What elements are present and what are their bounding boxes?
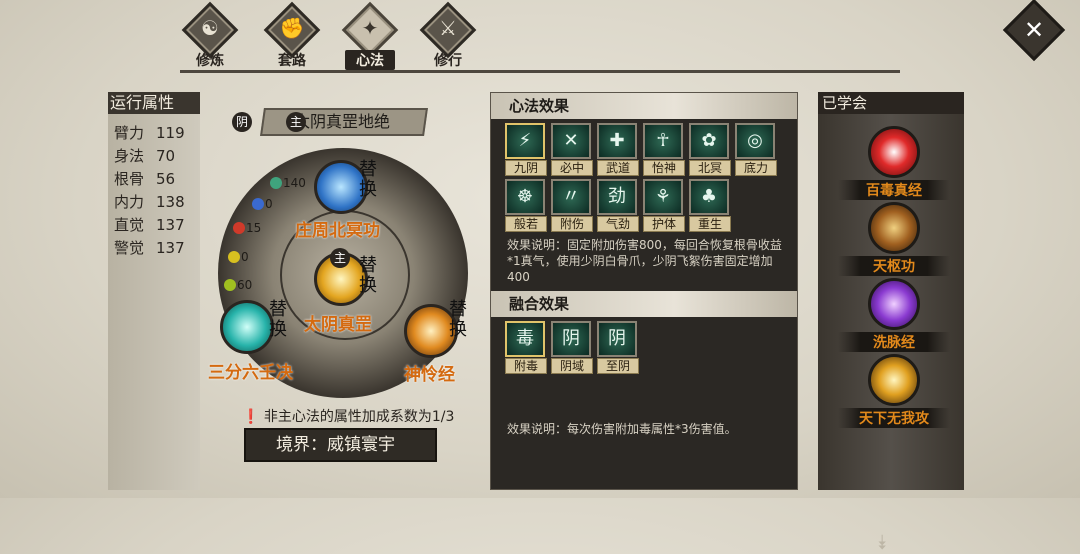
info-note: ❗ 非主心法的属性加成系数为1/3 [242,409,455,425]
fusion-item[interactable]: 阴至阴 [597,321,639,374]
attr-row: 直觉 137 [114,216,185,234]
stat-indicator: 140 [270,176,306,190]
header-divider [180,70,900,73]
learned-method-name: 天枢功 [838,256,950,276]
yin-badge: 阴 [232,112,252,132]
stat-indicator: 0 [252,197,273,211]
attr-row: 内力 138 [114,193,185,211]
learned-method-orb[interactable] [868,354,920,406]
learned-method-name: 洗脉经 [838,332,950,352]
fusion-description: 效果说明：每次伤害附加毒属性*3伤害值。 [507,422,737,436]
fusion-title: 融合效果 [491,291,797,317]
learned-method-name: 百毒真经 [838,180,950,200]
attr-row: 警觉 137 [114,239,185,257]
method-name: 三分六壬决 [208,363,293,383]
learned-method-name: 天下无我攻 [838,408,950,428]
method-name: 神怜经 [404,365,455,385]
tab-mind-method[interactable]: ✦ 心法 [335,1,405,70]
effect-item[interactable]: 〃附伤 [551,179,593,232]
learned-method-orb[interactable] [868,202,920,254]
attributes-panel: 运行属性 臂力 119 身法 70 根骨 56 内力 138 直觉 137 警觉 137 [108,92,200,490]
effect-item[interactable]: ♣ 重生 [689,179,731,232]
attr-row: 根骨 56 [114,170,176,188]
effects-panel: 心法效果 ⚡ 九阴 ✕ 必中 ✚ 武道 ☥ 怡神 ✿ 北冥 ◎ 底力 ☸ 般若 〃附伤 劲气劲… [490,92,798,490]
learned-method-orb[interactable] [868,126,920,178]
fusion-item[interactable]: 毒附毒 [505,321,547,374]
effect-item[interactable]: ⚘ 护体 [643,179,685,232]
tab-cultivate[interactable]: ☯ 修炼 [175,1,245,69]
tab-routine[interactable]: ✊ 套路 [257,1,327,69]
stat-indicator: 0 [228,250,249,264]
effect-item[interactable]: ◎ 底力 [735,123,777,176]
tab-practice[interactable]: ⚔ 修行 [413,1,483,69]
effect-item[interactable]: 劲气劲 [597,179,639,232]
swap-button[interactable]: 替换 [358,256,378,296]
learned-title: 已学会 [818,92,964,114]
effect-item[interactable]: ✿ 北冥 [689,123,731,176]
effect-description: 效果说明：固定附加伤害800，每回合恢复根骨收益*1真气，使用少阴白骨爪，少阴飞… [507,238,782,284]
effects-grid: ⚡ 九阴 ✕ 必中 ✚ 武道 ☥ 怡神 ✿ 北冥 ◎ 底力 ☸ 般若 〃附伤 劲气劲 ⚘ 护体 … [491,119,797,232]
attributes-title: 运行属性 [108,92,200,114]
close-icon: ✕ [1023,15,1045,44]
effect-item[interactable]: ✕ 必中 [551,123,593,176]
tab-bar: ☯ 修炼 ✊ 套路 ✦ 心法 ⚔ 修行 [175,0,515,70]
effect-item[interactable]: ⚡ 九阴 [505,123,547,176]
learned-method-orb[interactable] [868,278,920,330]
swap-button[interactable]: 替换 [268,300,288,340]
main-badge: 主 [330,248,350,268]
method-name: 太阴真罡 [304,315,372,335]
effect-item[interactable]: ☥ 怡神 [643,123,685,176]
effect-item[interactable]: ☸ 般若 [505,179,547,232]
effects-title: 心法效果 [491,93,797,119]
swap-button[interactable]: 替换 [358,160,378,200]
attr-row: 臂力 119 [114,124,185,142]
fusion-item[interactable]: 阴阴域 [551,321,593,374]
stat-indicator: 15 [233,221,261,235]
effect-item[interactable]: ✚ 武道 [597,123,639,176]
learned-panel: 已学会 百毒真经 天枢功 洗脉经 天下无我攻 ⯯ [818,92,964,554]
close-button[interactable]: ✕ [1002,0,1066,62]
stat-indicator: 60 [224,278,252,292]
realm-label: 境界：威镇寰宇 [244,428,437,462]
attr-row: 身法 70 [114,147,176,165]
fusion-grid: 毒附毒 阴阴域 阴至阴 [491,317,797,374]
scroll-down-icon[interactable]: ⯯ [876,530,888,554]
method-slot-orb[interactable] [220,300,274,354]
main-badge: 主 [286,112,306,132]
method-name: 庄周北冥功 [295,221,380,241]
swap-button[interactable]: 替换 [448,300,468,340]
